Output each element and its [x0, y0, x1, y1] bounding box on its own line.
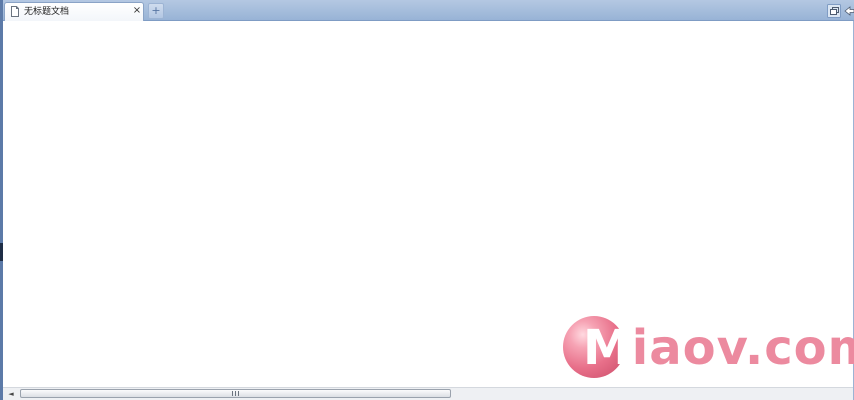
horizontal-scrollbar[interactable]: ◄ [3, 387, 853, 400]
tab-untitled-document[interactable]: 无标题文档 × [4, 2, 144, 21]
watermark-text: Miaov.com [583, 318, 854, 378]
document-icon [11, 6, 19, 17]
miaov-watermark-logo: Miaov.com [561, 314, 854, 382]
tab-bar: 无标题文档 × + [3, 0, 854, 21]
tab-title: 无标题文档 [24, 7, 70, 17]
watermark-domain-text: iaov.com [631, 320, 854, 376]
new-tab-button[interactable]: + [148, 3, 164, 19]
watermark-first-letter: M [583, 320, 632, 376]
browser-window: 无标题文档 × + Miaov.com ◄ [0, 0, 854, 400]
scrollbar-thumb[interactable] [20, 389, 451, 398]
left-edge-marker [0, 243, 3, 261]
restore-window-icon[interactable] [827, 4, 841, 18]
scrollbar-grip-icon [232, 391, 239, 396]
back-arrow-icon[interactable] [844, 4, 854, 18]
scroll-left-icon[interactable]: ◄ [6, 389, 16, 399]
tab-close-icon[interactable]: × [132, 4, 142, 18]
